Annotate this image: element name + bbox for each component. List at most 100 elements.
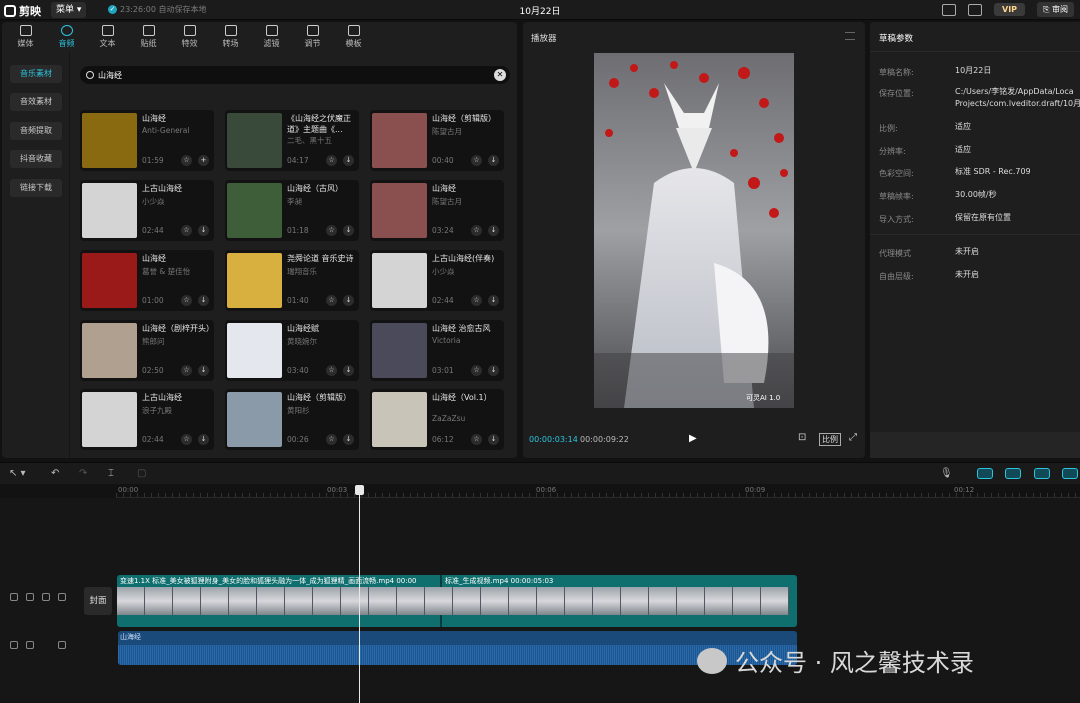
favorite-icon[interactable]: ☆ xyxy=(471,295,482,306)
favorite-icon[interactable]: ☆ xyxy=(326,295,337,306)
video-clip-track[interactable]: 变速1.1X 标准_美女被狐狸附身_美女的脸和狐狸头融为一体_成为狐狸精_画面流… xyxy=(117,575,797,627)
music-card[interactable]: 山海经 陈望古月 03:24 ☆ ↓ xyxy=(370,180,504,241)
download-icon[interactable]: ↓ xyxy=(343,434,354,445)
tab-transition[interactable]: 转场 xyxy=(210,22,251,52)
tab-audio[interactable]: 音频 xyxy=(46,22,87,52)
menu-icon[interactable] xyxy=(845,32,855,40)
music-thumbnail[interactable] xyxy=(372,183,427,238)
side-nav-item[interactable]: 链接下载 xyxy=(10,179,62,197)
favorite-icon[interactable]: ☆ xyxy=(326,155,337,166)
music-card[interactable]: 山海经（古风） 李昶 01:18 ☆ ↓ xyxy=(225,180,359,241)
music-card[interactable]: 山海经赋 黄晓婉尔 03:40 ☆ ↓ xyxy=(225,320,359,381)
music-card[interactable]: 山海经 Anti-General 01:59 ☆ + xyxy=(80,110,214,171)
download-icon[interactable]: ↓ xyxy=(488,225,499,236)
tab-text[interactable]: 文本 xyxy=(87,22,128,52)
speaker-icon[interactable] xyxy=(58,641,66,649)
tab-effects[interactable]: 特效 xyxy=(169,22,210,52)
preview-axis-icon[interactable] xyxy=(1034,468,1050,479)
music-card[interactable]: 山海经（Vol.1） ZaZaZsu 06:12 ☆ ↓ xyxy=(370,389,504,450)
tab-sticker[interactable]: 贴纸 xyxy=(128,22,169,52)
magnet-toggle-icon[interactable] xyxy=(977,468,993,479)
favorite-icon[interactable]: ☆ xyxy=(471,365,482,376)
video-preview[interactable]: 可灵AI 1.0 xyxy=(594,53,794,408)
music-thumbnail[interactable] xyxy=(82,253,137,308)
music-thumbnail[interactable] xyxy=(227,113,282,168)
download-icon[interactable]: ↓ xyxy=(488,295,499,306)
fit-icon[interactable]: ⊡ xyxy=(798,432,806,443)
redo-icon[interactable]: ↷ xyxy=(79,468,87,479)
search-input[interactable]: 山海经 ✕ xyxy=(80,66,510,84)
music-card[interactable]: 山海经 治愈古风 Victoria 03:01 ☆ ↓ xyxy=(370,320,504,381)
music-card[interactable]: 上古山海经 小少焱 02:44 ☆ ↓ xyxy=(80,180,214,241)
eye-icon[interactable] xyxy=(42,593,50,601)
favorite-icon[interactable]: ☆ xyxy=(326,434,337,445)
music-card[interactable]: 上古山海经 浪子九殿 02:44 ☆ ↓ xyxy=(80,389,214,450)
music-thumbnail[interactable] xyxy=(82,113,137,168)
tab-media[interactable]: 媒体 xyxy=(5,22,46,52)
review-button[interactable]: ⎘ 审阅 xyxy=(1037,2,1074,17)
monitor-icon[interactable] xyxy=(942,3,957,16)
music-thumbnail[interactable] xyxy=(82,183,137,238)
favorite-icon[interactable]: ☆ xyxy=(181,295,192,306)
vip-button[interactable]: VIP xyxy=(994,3,1026,16)
music-thumbnail[interactable] xyxy=(227,253,282,308)
favorite-icon[interactable]: ☆ xyxy=(181,225,192,236)
lock-icon[interactable] xyxy=(26,641,34,649)
favorite-icon[interactable]: ☆ xyxy=(471,225,482,236)
favorite-icon[interactable]: ☆ xyxy=(181,155,192,166)
zoom-fit-icon[interactable] xyxy=(1062,468,1078,479)
music-thumbnail[interactable] xyxy=(82,323,137,378)
music-card[interactable]: 山海经（剧梓开头） 熊郎问 02:50 ☆ ↓ xyxy=(80,320,214,381)
side-nav-item[interactable]: 音效素材 xyxy=(10,93,62,111)
favorite-icon[interactable]: ☆ xyxy=(471,434,482,445)
clear-icon[interactable]: ✕ xyxy=(494,69,506,81)
music-card[interactable]: 山海经（剪辑版） 黄阳杉 00:26 ☆ ↓ xyxy=(225,389,359,450)
playhead-handle[interactable] xyxy=(355,485,364,495)
audio-clip-track[interactable]: 山海经 xyxy=(118,631,797,665)
download-icon[interactable]: ↓ xyxy=(198,365,209,376)
ratio-button[interactable]: 比例 xyxy=(819,433,841,446)
download-icon[interactable]: ↓ xyxy=(198,225,209,236)
select-tool-icon[interactable]: ↖ ▾ xyxy=(9,468,26,479)
tab-adjust[interactable]: 调节 xyxy=(292,22,333,52)
tab-filter[interactable]: 滤镜 xyxy=(251,22,292,52)
timeline-ruler[interactable]: 00:00 00:03 00:06 00:09 00:12 xyxy=(116,485,1080,498)
download-icon[interactable]: ↓ xyxy=(343,365,354,376)
music-thumbnail[interactable] xyxy=(372,113,427,168)
download-icon[interactable]: ↓ xyxy=(488,365,499,376)
music-thumbnail[interactable] xyxy=(82,392,137,447)
layout-icon[interactable] xyxy=(968,3,983,16)
download-icon[interactable]: ↓ xyxy=(488,434,499,445)
split-icon[interactable]: ⌶ xyxy=(108,468,114,479)
music-thumbnail[interactable] xyxy=(227,183,282,238)
music-thumbnail[interactable] xyxy=(227,323,282,378)
music-thumbnail[interactable] xyxy=(372,392,427,447)
download-icon[interactable]: ↓ xyxy=(198,295,209,306)
favorite-icon[interactable]: ☆ xyxy=(181,365,192,376)
undo-icon[interactable]: ↶ xyxy=(51,468,59,479)
music-thumbnail[interactable] xyxy=(372,253,427,308)
music-card[interactable]: 山海经 葛誉 & 楚佳怡 01:00 ☆ ↓ xyxy=(80,250,214,311)
music-thumbnail[interactable] xyxy=(372,323,427,378)
play-button[interactable]: ▶ xyxy=(689,433,697,444)
favorite-icon[interactable]: ☆ xyxy=(471,155,482,166)
music-card[interactable]: 《山海经之伏魔正道》主题曲《... 二毛、黑十五 04:17 ☆ ↓ xyxy=(225,110,359,171)
download-icon[interactable]: ↓ xyxy=(343,155,354,166)
download-icon[interactable]: ↓ xyxy=(343,225,354,236)
favorite-icon[interactable]: ☆ xyxy=(326,365,337,376)
side-nav-item[interactable]: 抖音收藏 xyxy=(10,150,62,168)
music-card[interactable]: 上古山海经(伴奏) 小少焱 02:44 ☆ ↓ xyxy=(370,250,504,311)
microphone-icon[interactable]: 🎙 xyxy=(940,468,953,479)
favorite-icon[interactable]: ☆ xyxy=(181,434,192,445)
fullscreen-icon[interactable]: ⤢ xyxy=(849,432,857,443)
playhead[interactable] xyxy=(359,485,360,703)
music-card[interactable]: 尧舜论道 音乐史诗 瑞翔音乐 01:40 ☆ ↓ xyxy=(225,250,359,311)
cover-button[interactable]: 封面 xyxy=(84,587,112,615)
tab-template[interactable]: 模板 xyxy=(333,22,374,52)
favorite-icon[interactable]: ☆ xyxy=(326,225,337,236)
speaker-icon[interactable] xyxy=(58,593,66,601)
add-icon[interactable]: + xyxy=(198,155,209,166)
download-icon[interactable]: ↓ xyxy=(343,295,354,306)
music-card[interactable]: 山海经（剪辑版） 陈望古月 00:40 ☆ ↓ xyxy=(370,110,504,171)
download-icon[interactable]: ↓ xyxy=(198,434,209,445)
